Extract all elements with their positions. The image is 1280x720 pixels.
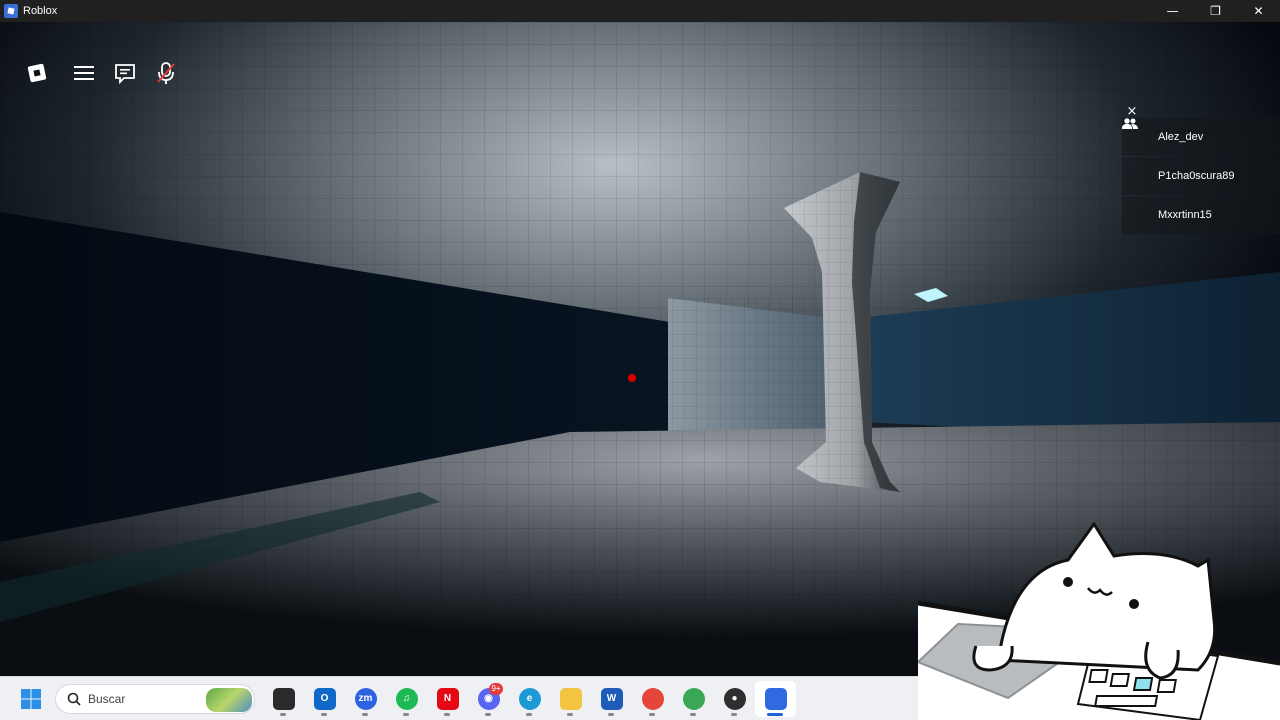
minimize-button[interactable]: — xyxy=(1151,0,1194,22)
player-row[interactable]: Alez_dev xyxy=(1122,118,1280,156)
player-name: Alez_dev xyxy=(1158,131,1204,143)
running-indicator xyxy=(403,712,409,716)
file-manager-icon xyxy=(272,687,295,710)
taskbar-app-file-explorer[interactable] xyxy=(550,681,591,717)
windows-icon xyxy=(21,688,41,709)
player-name: Mxxrtinn15 xyxy=(1158,209,1212,221)
taskbar-app-word[interactable]: W xyxy=(591,681,632,717)
edge-icon: e xyxy=(518,687,541,710)
chrome-icon xyxy=(641,687,664,710)
close-button[interactable]: ✕ xyxy=(1237,0,1280,22)
roblox-hud xyxy=(20,56,190,90)
chat-icon[interactable] xyxy=(108,56,142,90)
restore-button[interactable]: ❐ xyxy=(1194,0,1237,22)
running-indicator xyxy=(649,712,655,716)
search-input[interactable] xyxy=(88,691,198,706)
player-list: Alez_dev P1cha0scura89 Mxxrtinn15 xyxy=(1122,118,1280,235)
microphone-muted-icon[interactable] xyxy=(149,56,183,90)
roblox-icon xyxy=(764,687,787,710)
running-indicator xyxy=(321,712,327,716)
taskbar-app-file-manager[interactable] xyxy=(263,681,304,717)
hamburger-icon[interactable] xyxy=(67,56,101,90)
running-indicator xyxy=(608,712,614,716)
spotify-icon: ♫ xyxy=(395,687,418,710)
playerlist-close-icon[interactable]: × xyxy=(1124,103,1140,119)
windows-taskbar: Ozm ♫ N ◉9+ e W ● xyxy=(0,676,918,720)
zoom-icon: zm xyxy=(354,687,377,710)
roblox-menu-icon[interactable] xyxy=(20,56,54,90)
chrome-profile-icon xyxy=(682,687,705,710)
taskbar-search[interactable] xyxy=(55,683,255,714)
running-indicator xyxy=(567,712,573,716)
taskbar-app-obs[interactable]: ● xyxy=(714,681,755,717)
obs-icon: ● xyxy=(723,687,746,710)
running-indicator xyxy=(731,712,737,716)
notification-badge: 9+ xyxy=(489,682,503,695)
player-row[interactable]: P1cha0scura89 xyxy=(1122,157,1280,195)
running-indicator xyxy=(485,712,491,716)
taskbar-app-spotify[interactable]: ♫ xyxy=(386,681,427,717)
search-highlight-image xyxy=(206,687,252,712)
running-indicator xyxy=(526,712,532,716)
taskbar-app-discord[interactable]: ◉ 9+ xyxy=(468,681,509,717)
roblox-app-icon xyxy=(4,4,18,18)
player-name: P1cha0scura89 xyxy=(1158,170,1235,182)
taskbar-app-roblox[interactable] xyxy=(755,680,796,717)
outlook-icon: O xyxy=(313,687,336,710)
taskbar-app-outlook[interactable]: O xyxy=(304,681,345,717)
start-button[interactable] xyxy=(15,683,47,715)
bongo-cat-overlay xyxy=(916,520,1280,720)
bongo-cat-image xyxy=(916,521,1280,720)
running-indicator xyxy=(767,712,783,716)
window-controls: — ❐ ✕ xyxy=(1151,0,1280,22)
running-indicator xyxy=(280,712,286,716)
player-row[interactable]: Mxxrtinn15 xyxy=(1122,118,1280,234)
netflix-icon: N xyxy=(436,687,459,710)
running-indicator xyxy=(362,712,368,716)
taskbar-app-chrome[interactable] xyxy=(632,681,673,717)
running-indicator xyxy=(444,712,450,716)
taskbar-app-edge[interactable]: e xyxy=(509,681,550,717)
window-titlebar: Roblox — ❐ ✕ xyxy=(0,0,1280,22)
taskbar-app-chrome-profile[interactable] xyxy=(673,681,714,717)
taskbar-app-netflix[interactable]: N xyxy=(427,681,468,717)
word-icon: W xyxy=(600,687,623,710)
file-explorer-icon xyxy=(559,687,582,710)
taskbar-app-zoom[interactable]: zm xyxy=(345,681,386,717)
running-indicator xyxy=(690,712,696,716)
search-icon xyxy=(60,692,88,706)
taskbar-apps: Ozm ♫ N ◉ 9+ e W ● xyxy=(263,680,796,717)
window-title: Roblox xyxy=(23,5,58,17)
